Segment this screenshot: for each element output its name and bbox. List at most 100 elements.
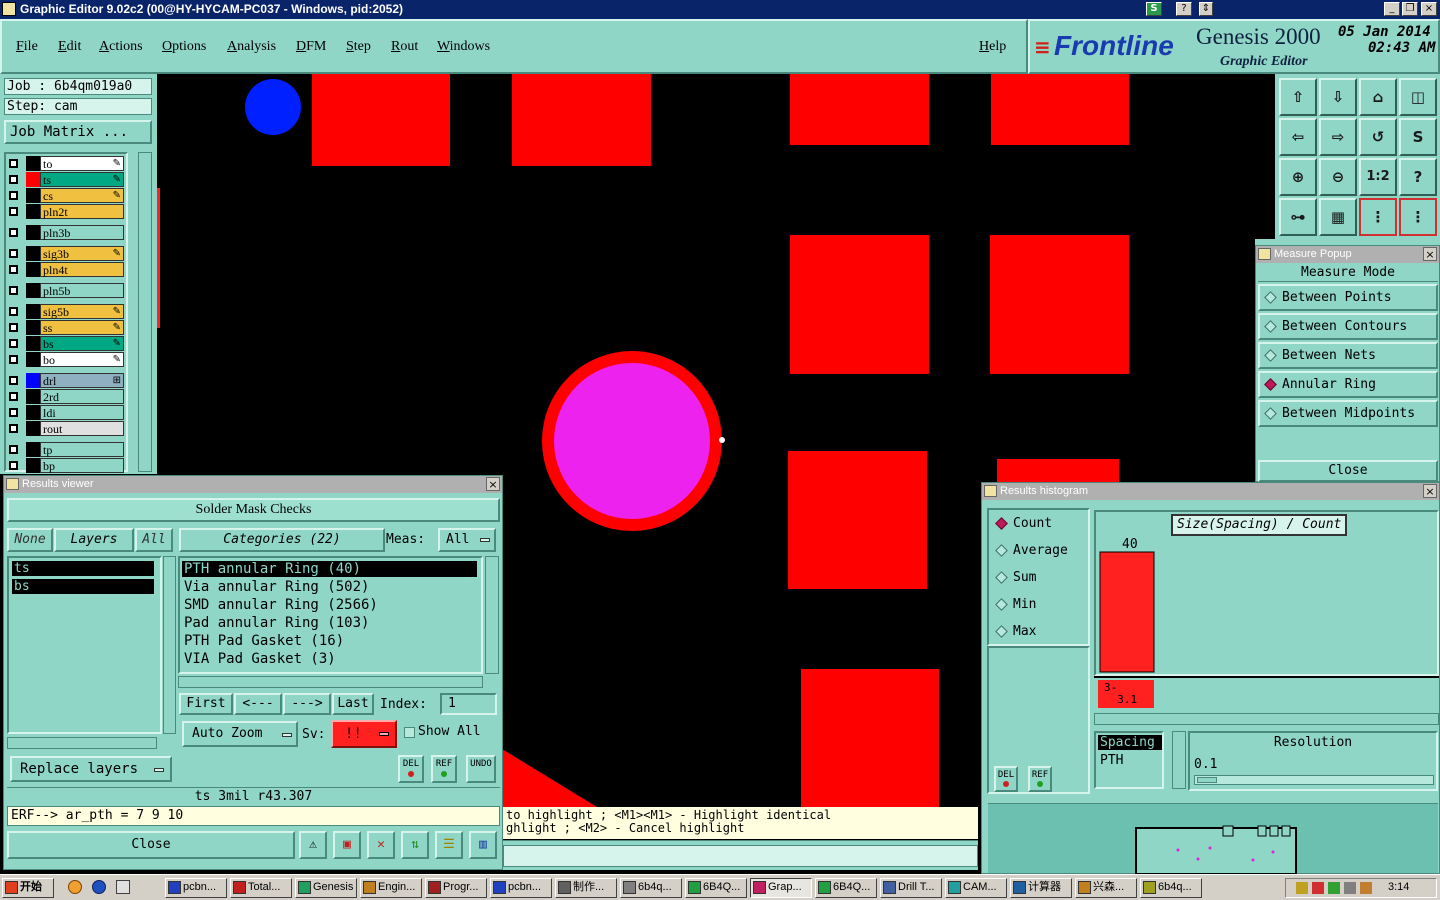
close-window-icon[interactable]: ×: [1421, 2, 1437, 16]
layer-list-hscrollbar[interactable]: [7, 737, 157, 749]
layer-row-bo[interactable]: bo ✎: [6, 352, 124, 367]
layer-checkbox[interactable]: [9, 265, 18, 274]
layer-checkbox[interactable]: [9, 445, 18, 454]
menu-dfm[interactable]: DFM: [296, 39, 326, 55]
pan-up-icon[interactable]: ⇧: [1279, 78, 1317, 116]
layer-checkbox[interactable]: [9, 339, 18, 348]
board-minimap[interactable]: [988, 804, 1438, 875]
measure-option-between-contours[interactable]: Between Contours: [1258, 313, 1438, 340]
layer-name[interactable]: drl ⊞: [40, 373, 124, 388]
first-button[interactable]: First: [179, 693, 233, 715]
smd-pad[interactable]: [512, 74, 651, 166]
restore-icon[interactable]: ❐: [1402, 2, 1418, 16]
query-icon[interactable]: ?: [1399, 158, 1437, 196]
layer-list-scrollbar[interactable]: [163, 556, 176, 734]
layer-color-swatch[interactable]: [26, 458, 40, 473]
layer-row-sig3b[interactable]: sig3b ✎: [6, 246, 124, 261]
layer-color-swatch[interactable]: [26, 352, 40, 367]
histogram-mode-max[interactable]: Max: [991, 621, 1086, 645]
grid-icon[interactable]: ▦: [1319, 198, 1357, 236]
layer-name[interactable]: pln2t: [40, 204, 124, 219]
menu-rout[interactable]: Rout: [391, 39, 418, 55]
layer-color-swatch[interactable]: [26, 188, 40, 203]
index-input[interactable]: 1: [440, 693, 497, 715]
layer-checkbox[interactable]: [9, 323, 18, 332]
all-button[interactable]: All: [135, 528, 173, 552]
s-tray-icon[interactable]: S: [1146, 2, 1162, 16]
report-icon[interactable]: ☰: [435, 831, 463, 859]
smd-pad[interactable]: [788, 451, 927, 589]
taskbar-item[interactable]: Engin...: [360, 878, 422, 898]
histogram-list-item[interactable]: PTH: [1098, 753, 1162, 768]
category-item[interactable]: VIA Pad Gasket (3): [182, 651, 477, 667]
layer-name[interactable]: tp: [40, 442, 124, 457]
histogram-mode-sum[interactable]: Sum: [991, 567, 1086, 591]
undo-button[interactable]: UNDO: [466, 755, 496, 783]
help-icon[interactable]: ?: [1176, 2, 1192, 16]
tray-icon[interactable]: [1360, 882, 1372, 894]
net-select-icon[interactable]: ⋮: [1399, 198, 1437, 236]
layer-checkbox[interactable]: [9, 286, 18, 295]
taskbar-item[interactable]: Progr...: [425, 878, 487, 898]
layer-row-pln5b[interactable]: pln5b: [6, 283, 124, 298]
drill-hole[interactable]: [245, 79, 301, 135]
layer-color-swatch[interactable]: [26, 336, 40, 351]
start-button[interactable]: 开始: [2, 878, 54, 898]
show-all-checkbox[interactable]: [404, 727, 415, 738]
layer-color-swatch[interactable]: [26, 283, 40, 298]
measure-option-annular-ring[interactable]: Annular Ring: [1258, 371, 1438, 398]
layer-row-bs[interactable]: bs ✎: [6, 336, 124, 351]
zoom-in-icon[interactable]: ⊕: [1279, 158, 1317, 196]
layer-name[interactable]: bp: [40, 458, 124, 473]
result-layer-item[interactable]: bs: [12, 579, 154, 594]
categories-button[interactable]: Categories (22): [179, 528, 385, 552]
layer-color-swatch[interactable]: [26, 389, 40, 404]
layer-color-swatch[interactable]: [26, 304, 40, 319]
taskbar-item[interactable]: 计算器: [1010, 878, 1072, 898]
layer-name[interactable]: sig3b ✎: [40, 246, 124, 261]
layer-row-ts[interactable]: ts ✎: [6, 172, 124, 187]
command-input[interactable]: [503, 845, 978, 867]
layer-color-swatch[interactable]: [26, 156, 40, 171]
taskbar-item[interactable]: 6B4Q...: [815, 878, 877, 898]
smd-pad[interactable]: [991, 74, 1129, 145]
smd-pad[interactable]: [801, 669, 939, 807]
scroll-icon[interactable]: ⇕: [1199, 2, 1213, 16]
menu-help[interactable]: Help: [979, 39, 1006, 55]
layer-checkbox[interactable]: [9, 191, 18, 200]
prev-button[interactable]: <---: [234, 693, 282, 715]
layer-row-bp[interactable]: bp: [6, 458, 124, 473]
next-button[interactable]: --->: [283, 693, 331, 715]
layer-checkbox[interactable]: [9, 355, 18, 364]
histogram-del-button[interactable]: DEL: [994, 766, 1018, 792]
measure-option-between-points[interactable]: Between Points: [1258, 284, 1438, 311]
category-item[interactable]: Via annular Ring (502): [182, 579, 477, 595]
last-button[interactable]: Last: [332, 693, 374, 715]
layer-checkbox[interactable]: [9, 207, 18, 216]
net-highlight-icon[interactable]: ⋮: [1359, 198, 1397, 236]
layer-row-2rd[interactable]: 2rd: [6, 389, 124, 404]
layer-name[interactable]: to ✎: [40, 156, 124, 171]
histogram-list-item[interactable]: Spacing: [1098, 735, 1162, 750]
window-icon[interactable]: ◫: [1399, 78, 1437, 116]
layer-name[interactable]: ss ✎: [40, 320, 124, 335]
taskbar-item[interactable]: 兴森...: [1075, 878, 1137, 898]
menu-file[interactable]: File: [16, 39, 38, 55]
histogram-category-label[interactable]: 3- 3.1: [1098, 680, 1154, 708]
layer-row-pln3b[interactable]: pln3b: [6, 225, 124, 240]
menu-options[interactable]: Options: [162, 39, 206, 55]
replace-layers-select[interactable]: Replace layers: [10, 756, 172, 782]
layer-color-swatch[interactable]: [26, 172, 40, 187]
layer-color-swatch[interactable]: [26, 442, 40, 457]
taskbar-item[interactable]: 6b4q...: [1140, 878, 1202, 898]
pan-down-icon[interactable]: ⇩: [1319, 78, 1357, 116]
layer-name[interactable]: bs ✎: [40, 336, 124, 351]
layer-color-swatch[interactable]: [26, 204, 40, 219]
resolution-slider[interactable]: [1194, 775, 1434, 785]
taskbar-item[interactable]: Drill T...: [880, 878, 942, 898]
taskbar-item[interactable]: 6B4Q...: [685, 878, 747, 898]
taskbar-item[interactable]: pcbn...: [165, 878, 227, 898]
layer-row-rout[interactable]: rout: [6, 421, 124, 436]
categories-hscrollbar[interactable]: [178, 676, 483, 688]
tray-icon[interactable]: [1344, 882, 1356, 894]
